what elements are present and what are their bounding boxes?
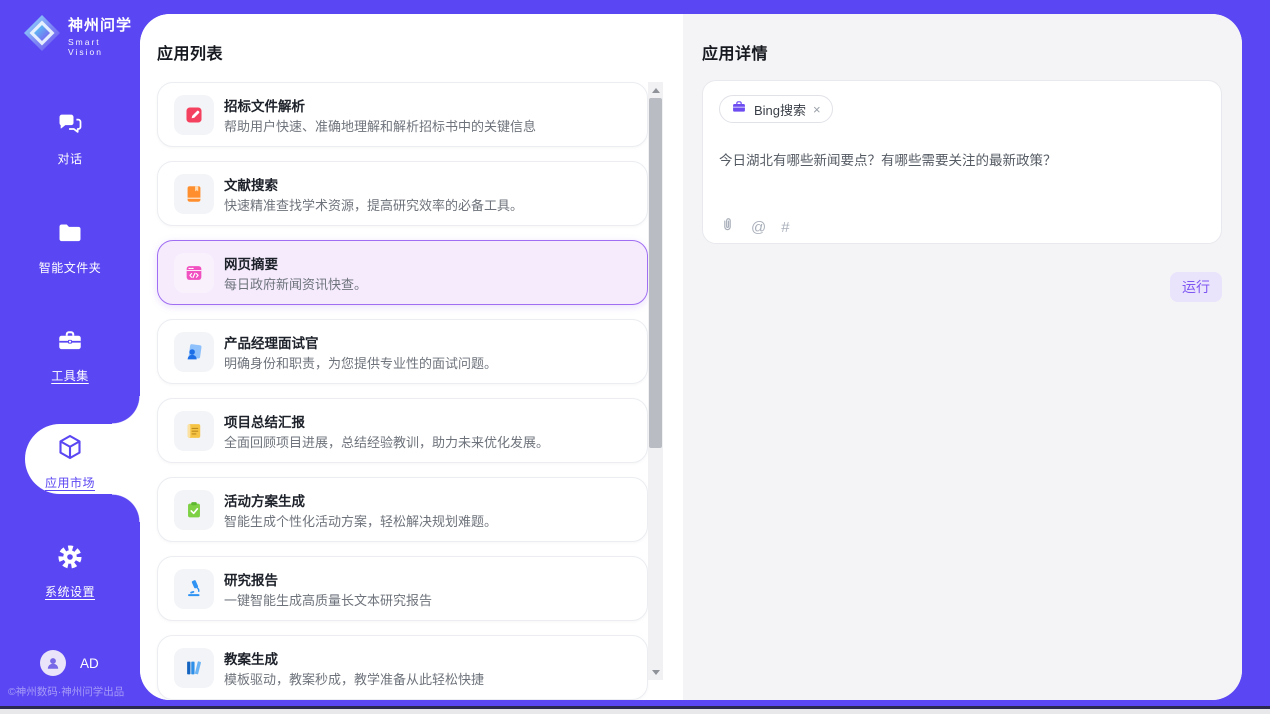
hash-icon[interactable]: # [781, 220, 789, 235]
app-list-scrollbar[interactable] [648, 82, 663, 680]
triangle-down-icon [652, 670, 660, 675]
active-notch-bottom [112, 494, 140, 522]
microscope-icon [174, 569, 214, 609]
app-name: 教案生成 [224, 648, 278, 668]
app-card-bid-analysis[interactable]: 招标文件解析 帮助用户快速、准确地理解和解析招标书中的关键信息 [157, 82, 648, 147]
brand-subtitle: Smart Vision [68, 37, 140, 57]
app-name: 项目总结汇报 [224, 411, 305, 431]
note-icon [174, 411, 214, 451]
app-name: 招标文件解析 [224, 95, 305, 115]
app-detail-title: 应用详情 [702, 40, 768, 64]
scroll-up-button[interactable] [648, 82, 663, 98]
run-button[interactable]: 运行 [1170, 272, 1222, 302]
scroll-down-button[interactable] [648, 664, 663, 680]
scrollbar-thumb[interactable] [649, 98, 662, 448]
app-description: 一键智能生成高质量长文本研究报告 [224, 590, 432, 609]
sidebar-item-label: 对话 [57, 150, 82, 167]
cube-icon [55, 432, 85, 467]
tool-chip-bing-search[interactable]: Bing搜索 × [719, 95, 833, 123]
app-card-pm-interviewer[interactable]: 产品经理面试官 明确身份和职责，为您提供专业性的面试问题。 [157, 319, 648, 384]
avatar [40, 650, 66, 676]
app-name: 文献搜索 [224, 174, 278, 194]
brand-name: 神州问学 [68, 14, 140, 35]
sidebar-item-settings[interactable]: 系统设置 [0, 543, 140, 600]
prompt-input[interactable]: 今日湖北有哪些新闻要点？有哪些需要关注的最新政策？ [719, 149, 1199, 169]
brand-logo: 神州问学 Smart Vision [22, 13, 140, 58]
sidebar-item-label: 应用市场 [45, 474, 95, 491]
sidebar-item-toolset[interactable]: 工具集 [0, 327, 140, 384]
copyright-text: ©神州数码·神州问学出品 [8, 684, 124, 699]
user-account[interactable]: AD [40, 650, 99, 676]
sidebar-item-chat[interactable]: 对话 [0, 110, 140, 167]
active-notch-top [112, 396, 140, 424]
app-name: 研究报告 [224, 569, 278, 589]
webpage-code-icon [174, 253, 214, 293]
app-window: 神州问学 Smart Vision 对话 智能文件夹 [0, 0, 1270, 714]
sidebar-item-label: 系统设置 [45, 583, 95, 600]
app-description: 帮助用户快速、准确地理解和解析招标书中的关键信息 [224, 116, 536, 135]
gear-icon [56, 543, 84, 576]
app-list-title: 应用列表 [157, 40, 223, 64]
sidebar: 神州问学 Smart Vision 对话 智能文件夹 [0, 0, 140, 706]
app-card-web-summary[interactable]: 网页摘要 每日政府新闻资讯快查。 [157, 240, 648, 305]
app-description: 快速精准查找学术资源，提高研究效率的必备工具。 [224, 195, 523, 214]
app-description: 全面回顾项目进展，总结经验教训，助力未来优化发展。 [224, 432, 549, 451]
desktop-strip [0, 709, 1270, 714]
toolbox-icon [56, 327, 84, 360]
document-edit-icon [174, 95, 214, 135]
app-name: 活动方案生成 [224, 490, 305, 510]
close-icon[interactable]: × [813, 103, 821, 116]
app-description: 每日政府新闻资讯快查。 [224, 274, 367, 293]
app-list: 招标文件解析 帮助用户快速、准确地理解和解析招标书中的关键信息 文献搜索 快速精… [157, 82, 648, 700]
sidebar-item-smart-folder[interactable]: 智能文件夹 [0, 219, 140, 276]
app-card-research-report[interactable]: 研究报告 一键智能生成高质量长文本研究报告 [157, 556, 648, 621]
app-name: 产品经理面试官 [224, 332, 319, 352]
app-list-panel: 应用列表 招标文件解析 帮助用户快速、准确地理解和解析招标书中的关键信息 [140, 14, 683, 700]
app-card-lesson-plan[interactable]: 教案生成 模板驱动，教案秒成，教学准备从此轻松快捷 [157, 635, 648, 700]
app-description: 智能生成个性化活动方案，轻松解决规划难题。 [224, 511, 497, 530]
user-initials: AD [80, 656, 99, 671]
app-card-project-summary[interactable]: 项目总结汇报 全面回顾项目进展，总结经验教训，助力未来优化发展。 [157, 398, 648, 463]
triangle-up-icon [652, 88, 660, 93]
app-description: 模板驱动，教案秒成，教学准备从此轻松快捷 [224, 669, 484, 688]
books-icon [174, 648, 214, 688]
app-card-literature-search[interactable]: 文献搜索 快速精准查找学术资源，提高研究效率的必备工具。 [157, 161, 648, 226]
interviewer-icon [174, 332, 214, 372]
tool-chip-label: Bing搜索 [754, 100, 806, 119]
folder-icon [56, 219, 84, 252]
sidebar-item-label: 智能文件夹 [39, 259, 102, 276]
app-name: 网页摘要 [224, 253, 278, 273]
mention-icon[interactable]: @ [751, 220, 766, 235]
book-icon [174, 174, 214, 214]
app-card-event-plan[interactable]: 活动方案生成 智能生成个性化活动方案，轻松解决规划难题。 [157, 477, 648, 542]
main-content: 应用列表 招标文件解析 帮助用户快速、准确地理解和解析招标书中的关键信息 [140, 14, 1242, 700]
app-detail-panel: 应用详情 Bing搜索 × 今日湖北有哪些新闻要点？有哪些需要关注的最新政策？ [683, 14, 1242, 700]
prompt-card: Bing搜索 × 今日湖北有哪些新闻要点？有哪些需要关注的最新政策？ @ # [702, 80, 1222, 244]
paperclip-icon[interactable] [719, 215, 736, 239]
chat-icon [56, 110, 84, 143]
input-toolbar: @ # [719, 215, 790, 239]
brand-diamond-icon [22, 13, 62, 58]
app-description: 明确身份和职责，为您提供专业性的面试问题。 [224, 353, 497, 372]
sidebar-item-app-market[interactable]: 应用市场 [0, 432, 140, 491]
clipboard-check-icon [174, 490, 214, 530]
briefcase-icon [731, 99, 747, 120]
sidebar-item-label: 工具集 [51, 367, 89, 384]
